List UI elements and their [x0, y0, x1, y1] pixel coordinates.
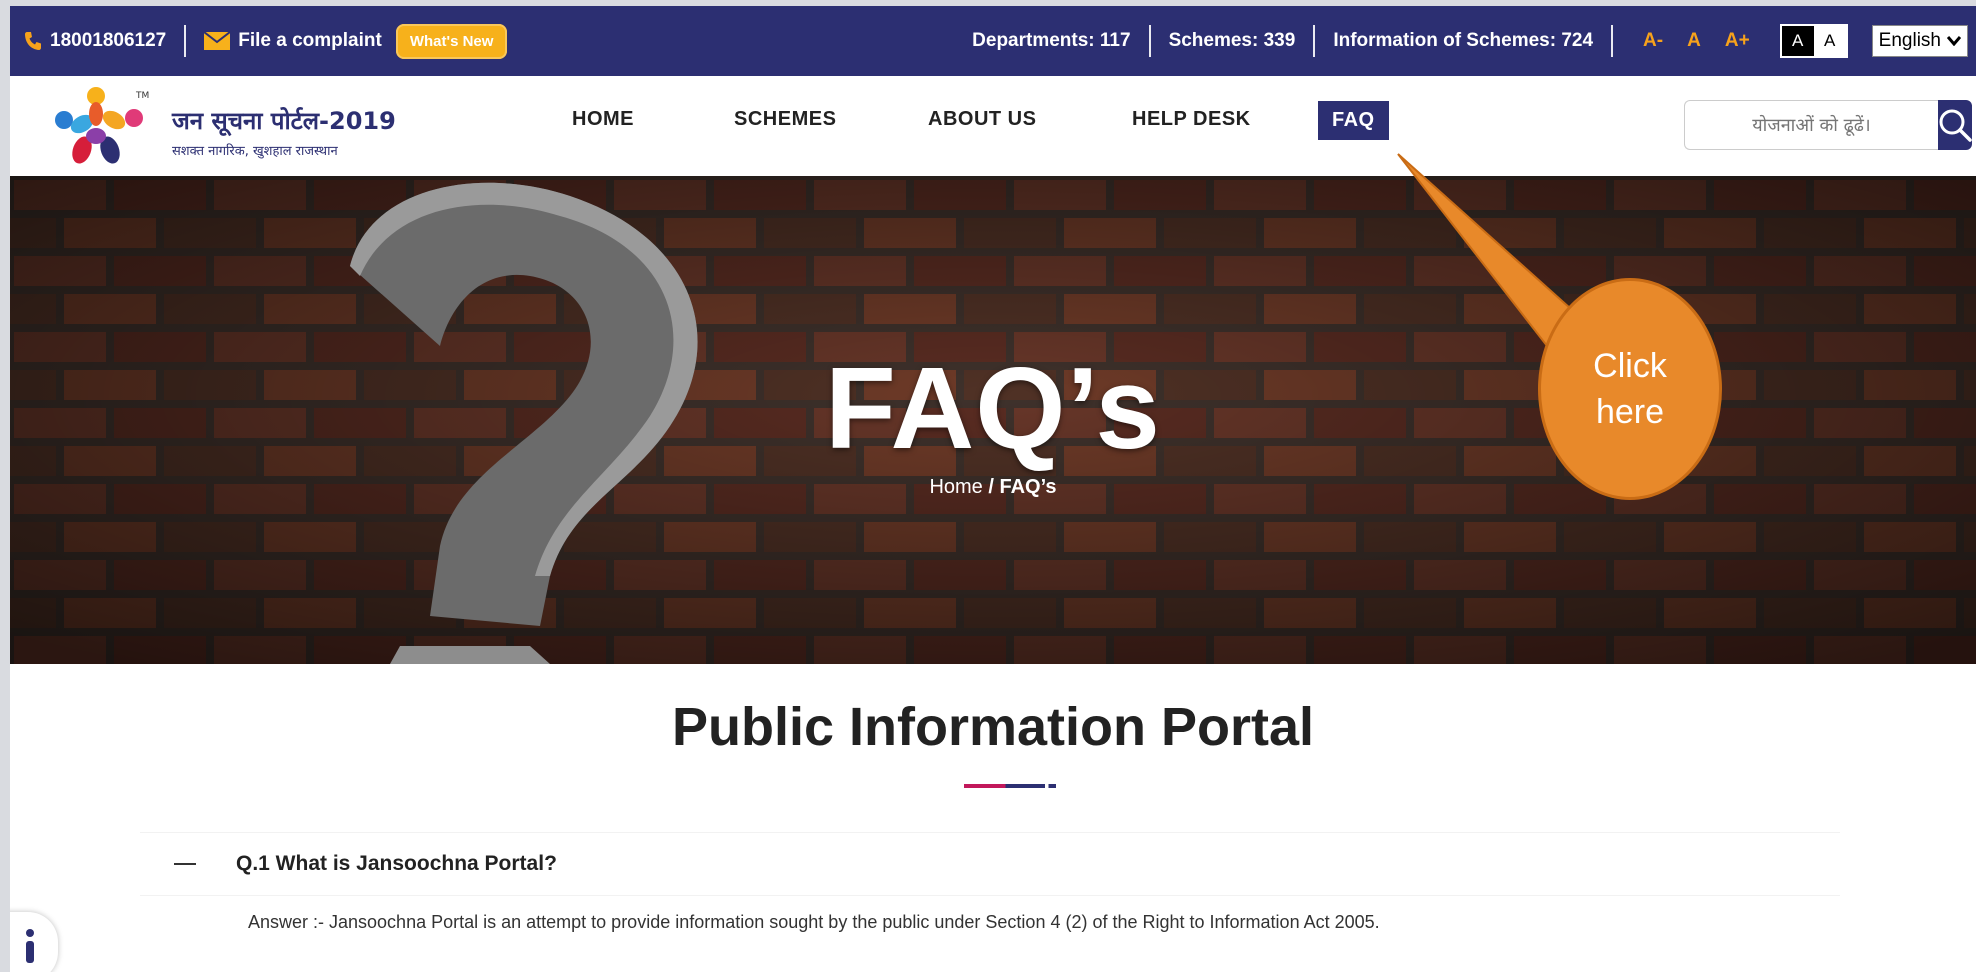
title-underline	[964, 784, 1056, 788]
language-value: English	[1878, 30, 1941, 51]
callout-line-1: Click	[1593, 347, 1667, 385]
schemes-count: Schemes: 339	[1168, 30, 1296, 51]
info-icon	[26, 929, 34, 963]
nav-schemes[interactable]: SCHEMES	[734, 108, 836, 131]
divider	[184, 25, 187, 57]
language-select[interactable]: English	[1871, 25, 1968, 57]
divider	[1313, 25, 1316, 57]
phone-link[interactable]: 18001806127	[24, 30, 166, 52]
envelope-icon	[204, 32, 231, 50]
top-bar: 18001806127 File a complaint What's New …	[10, 6, 1976, 76]
callout-line-2: here	[1595, 393, 1665, 431]
dark-contrast-button[interactable]: A	[1781, 26, 1814, 56]
logo-title: जन सूचना पोर्टल-2019	[172, 107, 396, 135]
faq-answer: Answer :- Jansoochna Portal is an attemp…	[248, 912, 1380, 932]
accessibility-widget[interactable]	[10, 912, 58, 972]
nav-home[interactable]: HOME	[572, 108, 634, 131]
tm-mark: TM	[135, 91, 149, 101]
info-schemes-count: Information of Schemes: 724	[1333, 30, 1594, 51]
font-decrease-button[interactable]: A-	[1643, 30, 1663, 52]
chevron-down-icon	[1947, 36, 1961, 46]
faq-question: Q.1 What is Jansoochna Portal?	[236, 852, 557, 875]
font-normal-button[interactable]: A	[1687, 30, 1701, 52]
contrast-toggle: A A	[1779, 24, 1848, 58]
search-icon	[1939, 109, 1972, 142]
section-title: Public Information Portal	[671, 697, 1315, 757]
nav-about-us[interactable]: ABOUT US	[928, 108, 1036, 131]
complaint-link[interactable]: File a complaint	[204, 30, 382, 52]
divider	[1148, 25, 1151, 57]
breadcrumb-home[interactable]: Home	[929, 476, 982, 498]
logo-subtitle: सशक्त नागरिक, खुशहाल राजस्थान	[172, 144, 338, 159]
logo-icon: TM	[55, 87, 149, 164]
click-here-callout: Click here	[1538, 278, 1722, 500]
search-button[interactable]	[1938, 100, 1972, 150]
portal-logo[interactable]: TM	[52, 84, 162, 176]
light-contrast-button[interactable]: A	[1813, 26, 1846, 56]
complaint-label: File a complaint	[238, 30, 382, 51]
breadcrumb-current: / FAQ’s	[988, 476, 1057, 498]
browser-page: 18001806127 File a complaint What's New …	[10, 6, 1976, 972]
logo-text: जन सूचना पोर्टल-2019 सशक्त नागरिक, खुशहा…	[172, 104, 396, 159]
departments-count: Departments: 117	[972, 30, 1131, 51]
collapse-icon	[174, 863, 196, 865]
whats-new-button[interactable]: What's New	[395, 23, 508, 59]
faq-question-row[interactable]: Q.1 What is Jansoochna Portal?	[140, 832, 1840, 896]
nav-faq[interactable]: FAQ	[1318, 101, 1389, 140]
phone-icon	[25, 32, 41, 50]
divider	[1611, 25, 1614, 57]
nav-help-desk[interactable]: HELP DESK	[1132, 108, 1251, 131]
search-box	[1684, 100, 1972, 150]
search-input[interactable]	[1684, 100, 1938, 150]
font-increase-button[interactable]: A+	[1725, 30, 1750, 52]
phone-number: 18001806127	[50, 30, 167, 51]
